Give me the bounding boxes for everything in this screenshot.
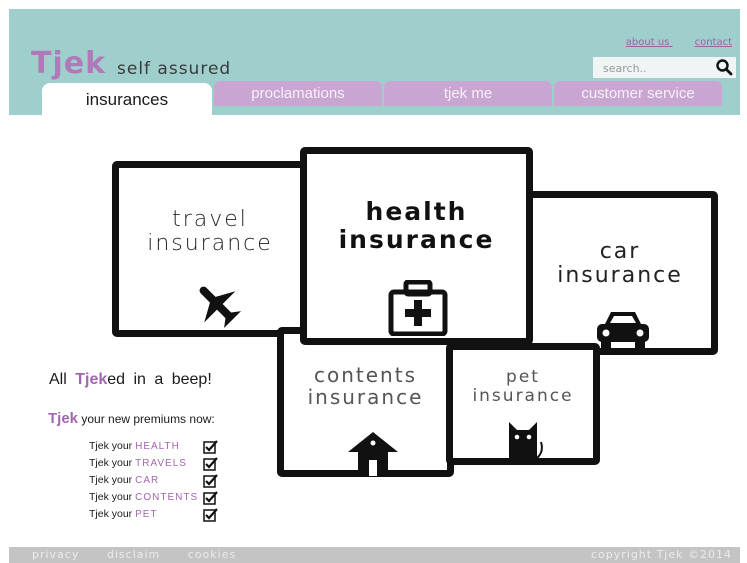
logo[interactable]: Tjek — [31, 46, 106, 81]
contact-link[interactable]: contact — [695, 37, 732, 48]
checklist-item-car[interactable]: Tjek your CAR — [89, 474, 219, 491]
tab-insurances[interactable]: insurances — [42, 83, 212, 117]
checkbox-checked-icon[interactable] — [203, 440, 218, 454]
search-input[interactable] — [593, 58, 713, 79]
checkbox-checked-icon[interactable] — [203, 508, 218, 522]
card-title-line2: insurance — [557, 263, 683, 289]
site-footer: privacy disclaim cookies copyright Tjek … — [9, 547, 740, 563]
search-box — [593, 57, 736, 79]
search-icon[interactable] — [715, 58, 733, 76]
top-links: about us contact — [604, 37, 732, 48]
checklist-item-health[interactable]: Tjek your HEALTH — [89, 440, 219, 457]
cat-icon — [509, 422, 543, 460]
promo-headline: All Tjeked in a beep! — [49, 371, 212, 388]
copyright-text: copyright Tjek ©2014 — [590, 548, 732, 561]
checkbox-checked-icon[interactable] — [203, 491, 218, 505]
travel-insurance-card[interactable]: travel insurance — [112, 161, 308, 337]
checklist-item-contents[interactable]: Tjek your CONTENTS — [89, 491, 219, 508]
premiums-heading: Tjek your new premiums now: — [48, 410, 215, 427]
tagline: self assured — [117, 59, 232, 79]
pet-insurance-card[interactable]: pet insurance — [446, 343, 600, 465]
card-title-line2: insurance — [147, 231, 273, 257]
car-insurance-card[interactable]: car insurance — [522, 191, 718, 355]
tab-proclamations[interactable]: proclamations — [214, 81, 382, 106]
card-title-line1: health — [365, 197, 468, 226]
checkbox-checked-icon[interactable] — [203, 457, 218, 471]
contents-insurance-card[interactable]: contents insurance — [277, 327, 454, 477]
about-us-link[interactable]: about us — [626, 37, 670, 48]
tab-customer-service[interactable]: customer service — [554, 81, 722, 106]
card-title-line1: travel — [172, 207, 248, 232]
tab-tjek-me[interactable]: tjek me — [384, 81, 552, 106]
airplane-icon — [199, 286, 242, 329]
health-insurance-card[interactable]: health insurance — [300, 147, 533, 345]
premium-checklist: Tjek your HEALTH Tjek your TRAVELS Tjek … — [89, 440, 219, 525]
disclaim-link[interactable]: disclaim — [107, 548, 160, 561]
cookies-link[interactable]: cookies — [188, 548, 236, 561]
card-title-line1: contents — [314, 363, 417, 387]
checkbox-checked-icon[interactable] — [203, 474, 218, 488]
card-title-line2: insurance — [472, 385, 574, 406]
card-title-line2: insurance — [338, 224, 495, 254]
checklist-item-travels[interactable]: Tjek your TRAVELS — [89, 457, 219, 474]
privacy-link[interactable]: privacy — [32, 548, 79, 561]
card-title-line1: pet — [506, 367, 540, 387]
car-icon — [597, 312, 649, 350]
house-icon — [348, 432, 398, 476]
card-title-line2: insurance — [307, 385, 424, 409]
medical-kit-icon — [388, 280, 448, 336]
checklist-item-pet[interactable]: Tjek your PET — [89, 508, 219, 525]
card-title-line1: car — [599, 239, 641, 264]
